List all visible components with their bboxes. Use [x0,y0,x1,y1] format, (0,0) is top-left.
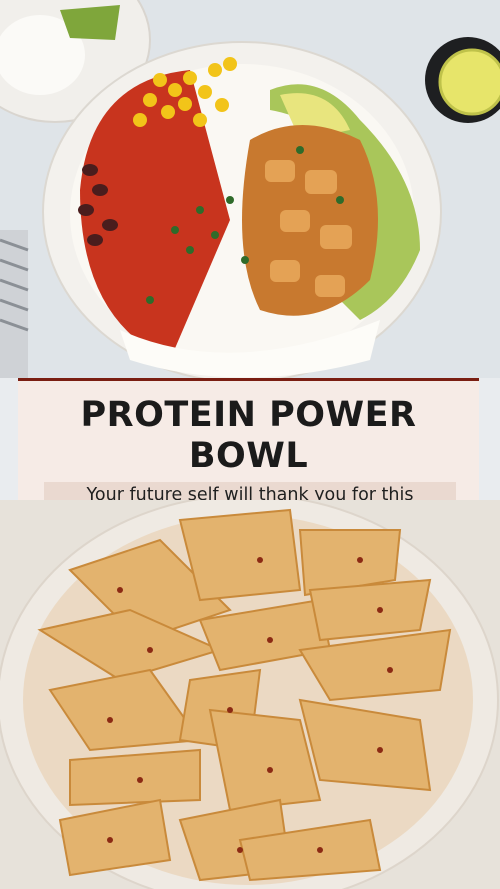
title-line-2: BOWL [188,436,309,476]
page-title: PROTEIN POWER BOWL [18,395,479,477]
title-line-1: PROTEIN POWER [80,395,417,435]
top-photo-burrito-bowl [0,0,500,378]
sliced-chicken-illustration [0,500,499,889]
burrito-bowl-illustration [0,0,500,378]
bottom-photo-sliced-chicken [0,500,500,889]
